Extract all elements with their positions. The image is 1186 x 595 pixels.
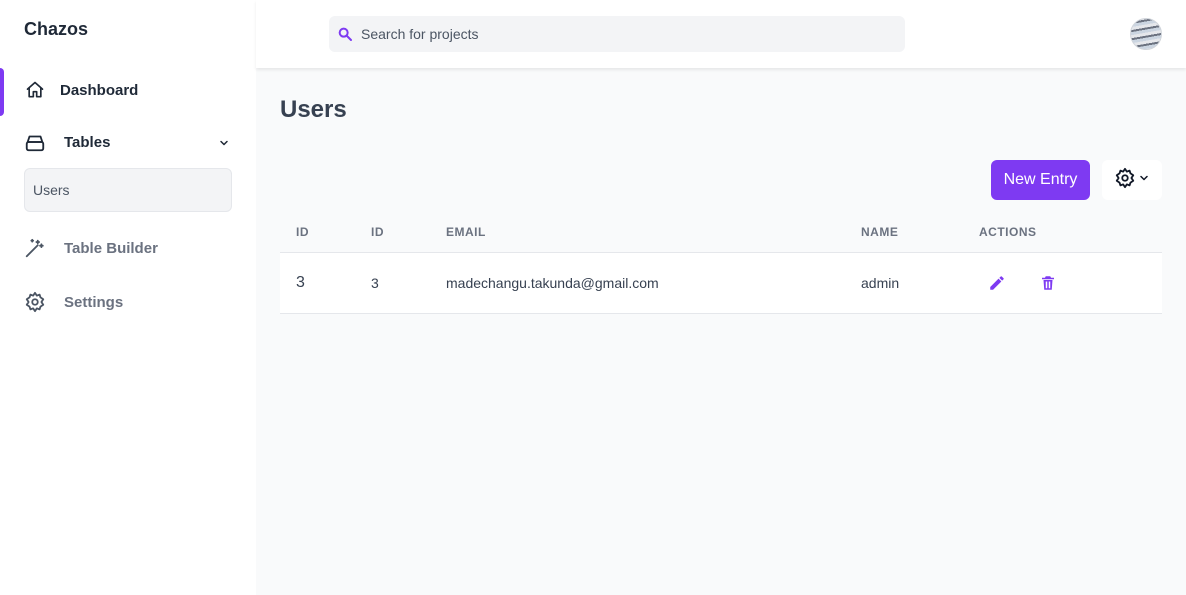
gear-icon xyxy=(24,291,46,313)
column-header-id: ID xyxy=(371,225,384,239)
avatar[interactable] xyxy=(1130,18,1162,50)
cell-id: 3 xyxy=(296,274,305,291)
sidebar-item-label: Settings xyxy=(64,293,124,311)
tables-submenu: Users xyxy=(24,168,232,212)
sidebar: Chazos Dashboard Tables Users Table Buil… xyxy=(0,0,256,595)
sidebar-item-label: Tables xyxy=(64,133,111,151)
gear-icon xyxy=(1114,167,1136,194)
search-input[interactable] xyxy=(361,16,901,52)
search-bar xyxy=(329,16,905,52)
page-title: Users xyxy=(280,96,347,123)
chevron-down-icon[interactable] xyxy=(218,136,230,148)
table-row: 3 3 madechangu.takunda@gmail.com admin xyxy=(280,253,1162,314)
sidebar-item-label: Table Builder xyxy=(64,239,158,257)
edit-icon[interactable] xyxy=(986,272,1008,294)
sidebar-item-dashboard[interactable]: Dashboard xyxy=(0,68,256,116)
sidebar-subitem-users[interactable]: Users xyxy=(33,182,70,198)
chevron-down-icon xyxy=(1138,171,1150,189)
table-settings-button[interactable] xyxy=(1102,160,1162,200)
column-header-email: EMAIL xyxy=(446,225,486,239)
tables-icon xyxy=(24,131,46,153)
sidebar-item-label: Dashboard xyxy=(60,81,139,99)
sidebar-item-settings[interactable]: Settings xyxy=(0,280,256,324)
magic-wand-icon xyxy=(24,237,46,259)
column-header-actions: ACTIONS xyxy=(979,225,1037,239)
brand-logo[interactable]: Chazos xyxy=(24,19,88,40)
sidebar-item-tables[interactable]: Tables xyxy=(0,120,256,164)
cell-name: admin xyxy=(861,275,900,291)
table-header: ID ID EMAIL NAME ACTIONS xyxy=(280,212,1162,253)
main-content: Users New Entry ID ID EMAIL NAME ACTIONS… xyxy=(256,68,1186,595)
top-header xyxy=(256,0,1186,68)
cell-email: madechangu.takunda@gmail.com xyxy=(446,275,659,291)
search-icon xyxy=(337,26,353,42)
new-entry-button[interactable]: New Entry xyxy=(991,160,1090,200)
column-header-id: ID xyxy=(296,225,309,239)
column-header-name: NAME xyxy=(861,225,899,239)
users-table: ID ID EMAIL NAME ACTIONS 3 3 madechangu.… xyxy=(280,212,1162,314)
home-icon xyxy=(24,79,46,101)
delete-icon[interactable] xyxy=(1037,272,1059,294)
cell-id: 3 xyxy=(371,275,379,291)
sidebar-item-table-builder[interactable]: Table Builder xyxy=(0,226,256,270)
